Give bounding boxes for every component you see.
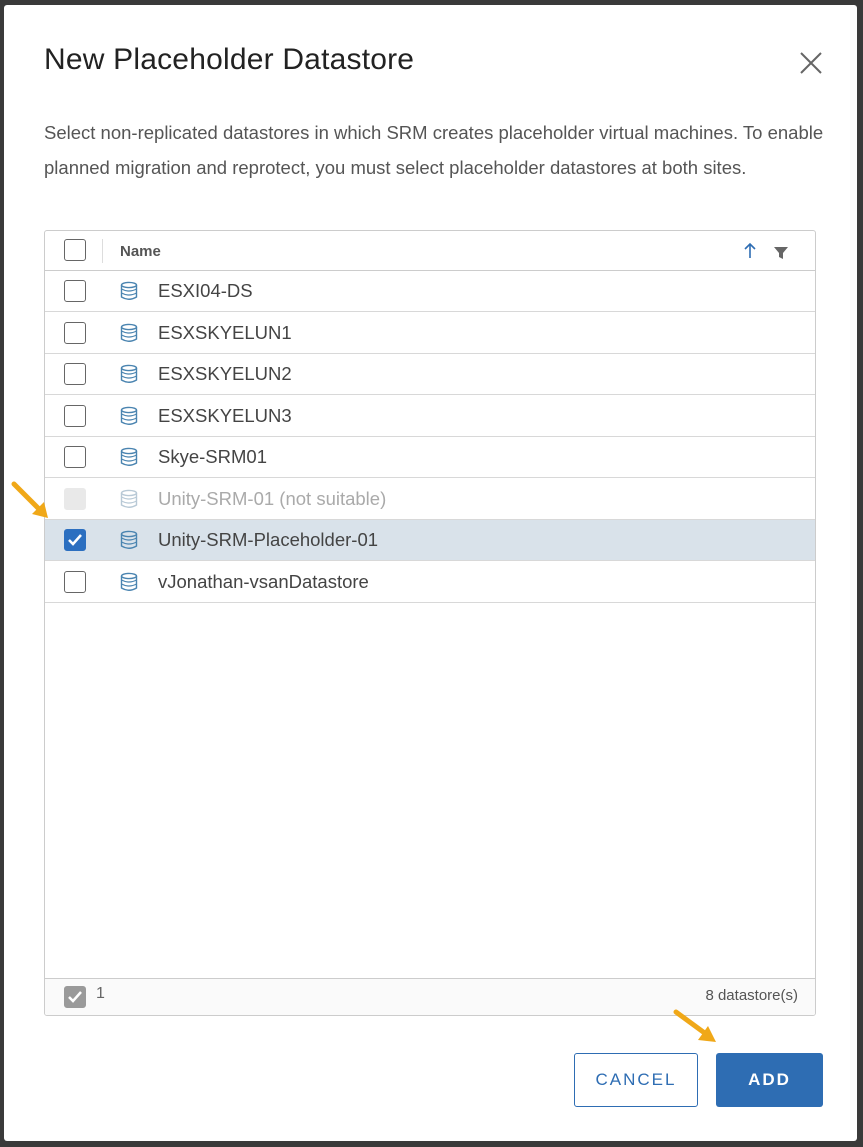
datastore-icon <box>119 281 139 301</box>
row-checkbox[interactable] <box>64 446 86 468</box>
datastore-total: 8 datastore(s) <box>705 987 798 1004</box>
arrow-pointer-icon <box>11 481 48 518</box>
grid-header: Name <box>45 231 815 271</box>
datastore-icon <box>119 530 139 550</box>
arrow-pointer-icon <box>673 1009 716 1042</box>
row-label: ESXSKYELUN1 <box>158 321 292 343</box>
row-checkbox[interactable] <box>64 363 86 385</box>
table-row: Unity-SRM-01 (not suitable) <box>45 479 815 520</box>
table-row[interactable]: ESXSKYELUN3 <box>45 396 815 437</box>
row-checkbox[interactable] <box>64 570 86 593</box>
select-all-checkbox[interactable] <box>64 239 86 261</box>
datastore-icon <box>119 323 139 343</box>
selected-count: 1 <box>96 985 105 1002</box>
close-icon[interactable] <box>797 49 825 77</box>
table-row[interactable]: ESXI04-DS <box>45 271 815 312</box>
row-label: vJonathan-vsanDatastore <box>158 570 369 592</box>
row-checkbox[interactable] <box>64 321 86 344</box>
row-label: Unity-SRM-01 (not suitable) <box>158 487 387 509</box>
datastore-icon <box>119 572 139 592</box>
row-label: Skye-SRM01 <box>158 446 267 467</box>
dialog: New Placeholder Datastore Select non-rep… <box>4 5 857 1141</box>
column-header-name[interactable]: Name <box>120 243 161 260</box>
datastore-icon <box>119 489 139 509</box>
datastore-icon <box>119 364 139 384</box>
add-button[interactable]: ADD <box>716 1053 823 1107</box>
table-row[interactable]: vJonathan-vsanDatastore <box>45 562 815 603</box>
table-row[interactable]: ESXSKYELUN2 <box>45 354 815 395</box>
datastore-grid: Name ESXI04-DS ESXSKYELUN1 ESXSKYELUN2 ESXS… <box>44 230 816 1016</box>
datastore-icon <box>119 447 139 467</box>
table-row[interactable]: Unity-SRM-Placeholder-01 <box>45 520 815 561</box>
column-separator <box>102 239 103 263</box>
dialog-title: New Placeholder Datastore <box>44 43 415 76</box>
row-checkbox <box>64 487 86 510</box>
datastore-icon <box>119 406 139 426</box>
row-checkbox[interactable] <box>64 404 86 427</box>
row-label: ESXSKYELUN3 <box>158 404 292 426</box>
sort-ascending-icon[interactable] <box>742 242 758 260</box>
table-row[interactable]: ESXSKYELUN1 <box>45 313 815 354</box>
selected-count-checkbox[interactable] <box>64 986 86 1008</box>
cancel-button[interactable]: CANCEL <box>574 1053 698 1107</box>
row-checkbox[interactable] <box>64 529 86 551</box>
row-checkbox[interactable] <box>64 280 86 302</box>
table-row[interactable]: Skye-SRM01 <box>45 437 815 478</box>
dialog-description: Select non-replicated datastores in whic… <box>44 122 824 178</box>
filter-icon[interactable] <box>773 246 789 260</box>
row-label: Unity-SRM-Placeholder-01 <box>158 529 379 550</box>
row-label: ESXI04-DS <box>158 280 253 301</box>
row-label: ESXSKYELUN2 <box>158 363 292 384</box>
